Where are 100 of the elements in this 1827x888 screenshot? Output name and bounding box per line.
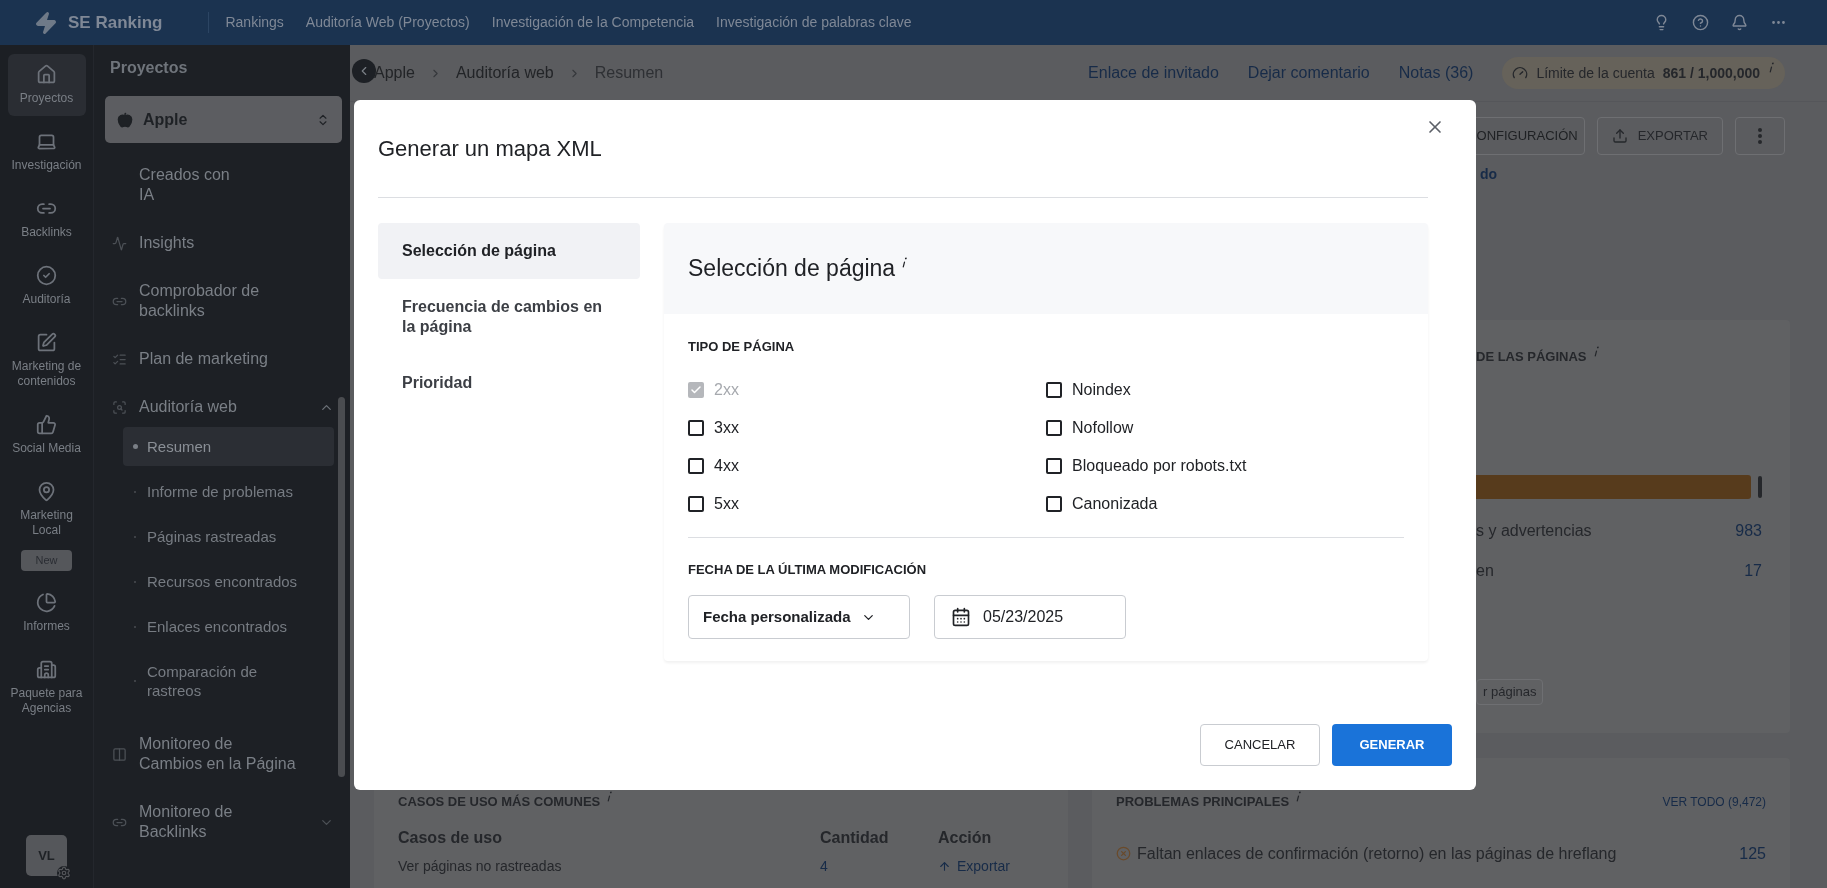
- project-select[interactable]: Apple: [105, 96, 342, 143]
- checkbox-option[interactable]: 5xx: [688, 484, 1046, 523]
- help-icon[interactable]: [1692, 14, 1709, 31]
- generate-button[interactable]: GENERAR: [1332, 724, 1452, 766]
- card-title: CASOS DE USO MÁS COMUNES: [398, 793, 601, 811]
- thumbs-up-icon: [36, 414, 57, 435]
- rail-item[interactable]: Marketing Local: [7, 471, 86, 548]
- check-icon: [690, 383, 702, 396]
- building-icon: [36, 658, 57, 680]
- sidebar-item[interactable]: Comprobador de backlinks: [105, 273, 342, 329]
- checkbox[interactable]: [1046, 381, 1062, 398]
- field-label: TIPO DE PÁGINA: [688, 338, 796, 356]
- checklist-icon: [111, 351, 127, 367]
- nav-link[interactable]: Investigación de la Competencia: [491, 12, 695, 33]
- rail-item[interactable]: Informes: [7, 581, 86, 644]
- section-title: Selección de página: [688, 254, 896, 284]
- dialog-nav-item[interactable]: Prioridad: [378, 355, 640, 411]
- rail-item[interactable]: Proyectos: [7, 54, 86, 116]
- sidebar-subitem[interactable]: Comparación de rastreos: [123, 652, 334, 710]
- column-header: Acción: [938, 827, 993, 848]
- pie-chart-icon: [36, 591, 57, 613]
- more-vertical-icon: [1758, 128, 1762, 144]
- sidebar-subitem[interactable]: Recursos encontrados: [123, 562, 334, 601]
- checkbox[interactable]: [688, 419, 704, 436]
- table-cell-text: Ver páginas no rastreadas: [398, 856, 563, 876]
- problem-count[interactable]: 125: [1739, 841, 1766, 866]
- dialog-nav-item[interactable]: Selección de página: [378, 223, 640, 279]
- account-limit: Límite de la cuenta 861 / 1,000,000: [1502, 57, 1785, 89]
- link[interactable]: do: [1480, 166, 1498, 182]
- arrow-up-icon: [938, 859, 951, 873]
- cancel-button[interactable]: CANCELAR: [1200, 724, 1320, 766]
- trend-icon: [111, 235, 127, 251]
- settings-icon[interactable]: [57, 866, 71, 880]
- breadcrumb-link[interactable]: Apple: [374, 61, 415, 85]
- header-link[interactable]: Notas (36): [1398, 61, 1474, 85]
- rail-item[interactable]: Social Media: [7, 404, 86, 466]
- edit-icon: [36, 332, 57, 353]
- breadcrumb-link[interactable]: Auditoría web: [455, 61, 554, 85]
- gauge-icon: [1512, 65, 1529, 81]
- notification-icon[interactable]: [1731, 14, 1748, 31]
- card-title: DE LAS PÁGINAS: [1476, 348, 1587, 366]
- sidebar-item[interactable]: Auditoría web: [105, 389, 342, 425]
- map-pin-icon: [36, 481, 57, 502]
- rail-item[interactable]: Paquete para Agencias: [7, 648, 86, 726]
- checkbox-option[interactable]: Noindex: [1046, 370, 1404, 409]
- rail-item[interactable]: Auditoría: [7, 255, 86, 317]
- rail-item[interactable]: Backlinks: [7, 188, 86, 250]
- sidebar-item[interactable]: Creados con IA: [105, 157, 342, 213]
- dialog-nav-item[interactable]: Frecuencia de cambios en la página: [378, 279, 640, 355]
- header-link[interactable]: Dejar comentario: [1247, 61, 1370, 85]
- checkbox[interactable]: [1046, 457, 1062, 474]
- rail-item[interactable]: Investigación: [7, 121, 86, 183]
- sidebar-item[interactable]: Insights: [105, 225, 342, 261]
- checkbox-option[interactable]: Bloqueado por robots.txt: [1046, 446, 1404, 485]
- view-all-link[interactable]: VER TODO (9,472): [1662, 792, 1766, 811]
- stat-value[interactable]: 983: [1735, 518, 1762, 543]
- logo-text: SE Ranking: [68, 11, 163, 34]
- nav-link[interactable]: Auditoría Web (Proyectos): [305, 12, 470, 33]
- column-header: Casos de uso: [398, 827, 504, 848]
- column-header: Cantidad: [820, 827, 890, 848]
- card-title: PROBLEMAS PRINCIPALES: [1116, 793, 1290, 811]
- checkbox-option[interactable]: 4xx: [688, 446, 1046, 485]
- sidebar-subitem[interactable]: Resumen: [123, 427, 334, 466]
- sidebar-subitem[interactable]: Informe de problemas: [123, 472, 334, 511]
- checkbox[interactable]: [688, 495, 704, 512]
- stat-label: s y advertencias: [1476, 520, 1592, 541]
- checkbox[interactable]: [1046, 419, 1062, 436]
- sidebar-item[interactable]: Monitoreo de Backlinks: [105, 794, 342, 850]
- apple-icon: [117, 111, 133, 128]
- problem-text[interactable]: Faltan enlaces de confirmación (retorno) en las páginas de hreflang: [1137, 841, 1617, 866]
- rail-item[interactable]: Marketing de contenidos: [7, 322, 86, 399]
- header-link[interactable]: Enlace de invitado: [1088, 61, 1219, 85]
- sidebar-subitem[interactable]: Enlaces encontrados: [123, 607, 334, 646]
- export-link[interactable]: Exportar: [938, 855, 1044, 877]
- sidebar-item[interactable]: Monitoreo de Cambios en la Página: [105, 726, 342, 782]
- logo-icon: [34, 10, 58, 35]
- checkbox-option[interactable]: 3xx: [688, 408, 1046, 447]
- sidebar-title: Proyectos: [110, 58, 188, 78]
- nav-link[interactable]: Rankings: [225, 12, 284, 33]
- checkbox-option[interactable]: Canonizada: [1046, 484, 1404, 523]
- sidebar-item[interactable]: Plan de marketing: [105, 341, 342, 377]
- sidebar-subitem[interactable]: Páginas rastreadas: [123, 517, 334, 556]
- stat-value[interactable]: 17: [1744, 558, 1762, 583]
- info-icon[interactable]: [901, 257, 909, 268]
- calendar-icon: [951, 607, 971, 627]
- checkbox[interactable]: [1046, 495, 1062, 512]
- checkbox-option[interactable]: Nofollow: [1046, 408, 1404, 447]
- date-field[interactable]: 05/23/2025: [934, 595, 1126, 639]
- search-icon: [111, 399, 127, 415]
- scrollbar[interactable]: [338, 397, 345, 777]
- upload-icon: [1611, 128, 1628, 144]
- nav-link[interactable]: Investigación de palabras clave: [716, 12, 912, 33]
- home-icon: [36, 64, 57, 85]
- date-mode-dropdown[interactable]: Fecha personalizada: [688, 595, 910, 639]
- error-icon: [1116, 846, 1131, 861]
- bullet-icon: [132, 444, 138, 449]
- dialog-title: Generar un mapa XML: [378, 135, 602, 163]
- stat-label: en: [1476, 560, 1494, 581]
- checkbox[interactable]: [688, 457, 704, 474]
- table-cell[interactable]: 4: [820, 855, 938, 877]
